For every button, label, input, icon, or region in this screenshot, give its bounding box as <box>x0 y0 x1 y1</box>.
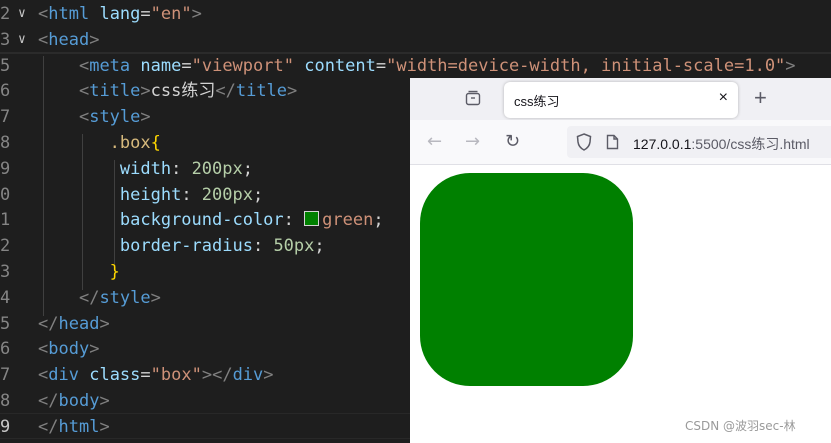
url-host: 127.0.0.1 <box>633 136 692 152</box>
code-text: <title>css练习</title> <box>78 81 298 102</box>
code-text: </head> <box>38 313 110 334</box>
url-bar[interactable]: 127.0.0.1:5500/css练习.html <box>567 126 831 158</box>
code-text: .box{ <box>109 133 161 153</box>
back-arrow-icon[interactable]: ← <box>427 131 442 152</box>
line-number: 4 <box>0 287 11 308</box>
code-text: <div class="box"></div> <box>38 365 274 386</box>
line-number: 1 <box>0 210 11 231</box>
forward-arrow-icon[interactable]: → <box>465 131 480 152</box>
close-tab-icon[interactable]: × <box>719 89 728 107</box>
code-text: border-radius: 50px; <box>119 236 325 257</box>
code-text: <body> <box>38 339 100 360</box>
line-number: 0 <box>0 184 11 205</box>
line-number: 5 <box>0 313 11 334</box>
green-rounded-box <box>420 173 633 386</box>
browser-tab-bar: css练习 × + <box>410 78 831 120</box>
reload-icon[interactable]: ↻ <box>505 131 520 152</box>
fold-chevron-icon[interactable]: ∨ <box>18 1 26 27</box>
line-number: 2 <box>0 4 11 24</box>
line-number: 7 <box>0 365 11 386</box>
tab-list-icon[interactable] <box>465 90 481 106</box>
tab-title: css练习 <box>514 94 560 109</box>
line-number: 8 <box>0 391 11 411</box>
browser-window[interactable]: css练习 × + ← → ↻ 127.0.0.1:5500/css练习.htm… <box>410 78 831 443</box>
code-text: </html> <box>38 416 110 437</box>
line-number: 9 <box>0 158 11 179</box>
code-text: background-color: green; <box>119 210 384 231</box>
line-number: 5 <box>0 55 11 76</box>
code-text: </body> <box>38 391 110 411</box>
url-path: :5500/css练习.html <box>691 136 810 152</box>
line-number: 3 <box>0 262 11 282</box>
code-text: <meta name="viewport" content="width=dev… <box>78 55 796 76</box>
line-number: 6 <box>0 339 11 360</box>
code-text: } <box>109 262 120 282</box>
line-number: 7 <box>0 107 11 128</box>
fold-chevron-icon[interactable]: ∨ <box>18 27 26 53</box>
line-number: 3 <box>0 29 11 50</box>
code-text: <html lang="en"> <box>38 4 202 24</box>
code-text: </style> <box>78 287 161 308</box>
browser-nav-bar: ← → ↻ 127.0.0.1:5500/css练习.html <box>410 120 831 165</box>
shield-icon[interactable] <box>576 133 592 155</box>
color-swatch-icon[interactable] <box>304 211 320 227</box>
page-icon[interactable] <box>606 134 619 154</box>
line-number: 6 <box>0 81 11 102</box>
code-text: height: 200px; <box>119 184 264 205</box>
line-number: 9 <box>0 416 11 437</box>
code-text: width: 200px; <box>119 158 253 179</box>
browser-tab[interactable]: css练习 × <box>504 82 738 118</box>
watermark: CSDN @波羽sec-林 <box>685 419 796 433</box>
line-number: 2 <box>0 236 11 257</box>
code-text: <style> <box>78 107 151 128</box>
url-text: 127.0.0.1:5500/css练习.html <box>633 134 810 154</box>
page-viewport: CSDN @波羽sec-林 <box>410 165 831 443</box>
line-number: 8 <box>0 133 11 153</box>
new-tab-button[interactable]: + <box>754 85 767 111</box>
code-text: <head> <box>38 29 100 50</box>
